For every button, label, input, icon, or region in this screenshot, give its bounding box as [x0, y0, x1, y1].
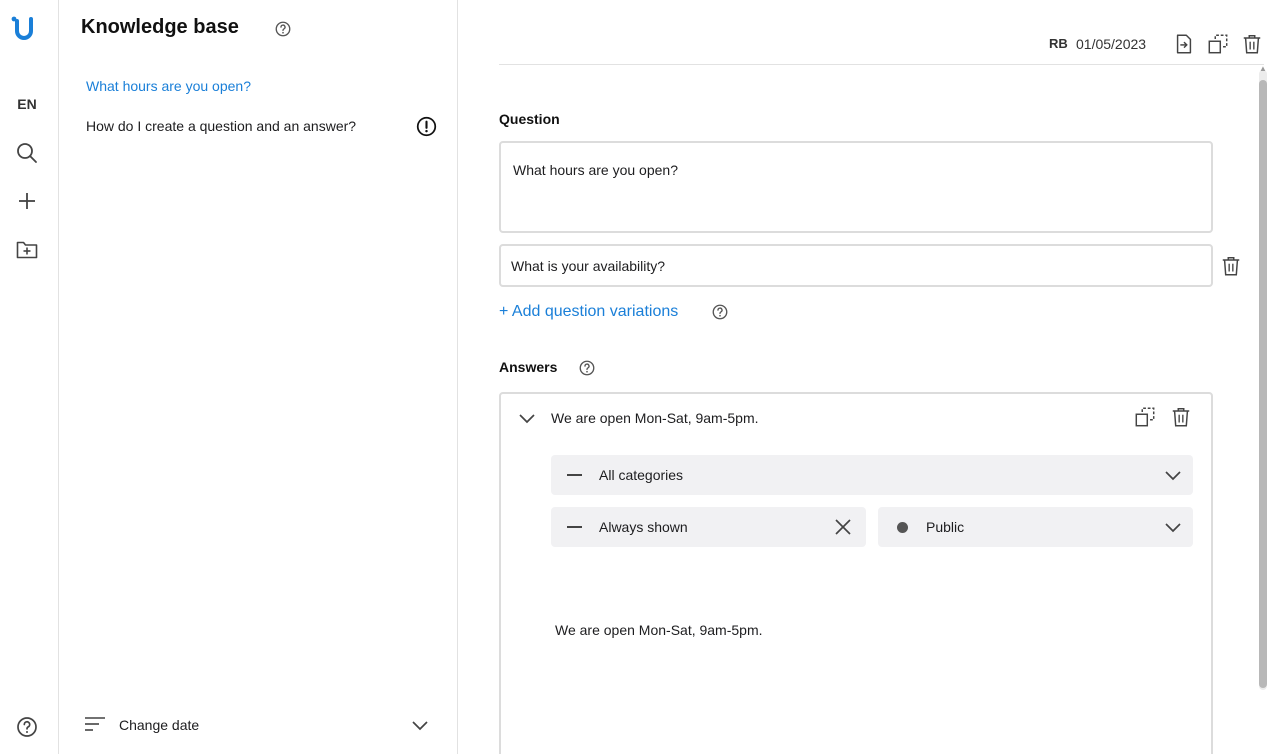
answer-title[interactable]: We are open Mon-Sat, 9am-5pm.	[551, 410, 759, 426]
answer-body-editor[interactable]: We are open Mon-Sat, 9am-5pm.	[555, 622, 763, 638]
editor-panel: RB 01/05/2023 ▲ Question What hours are …	[459, 0, 1282, 754]
search-icon[interactable]	[15, 141, 39, 165]
status-dot-icon	[897, 522, 908, 533]
trash-icon[interactable]	[1170, 406, 1192, 428]
author-initials: RB	[1049, 36, 1068, 51]
visibility-rule-value: Always shown	[599, 519, 688, 535]
question-input[interactable]: What hours are you open?	[499, 141, 1213, 233]
category-select[interactable]: All categories	[551, 455, 1193, 495]
visibility-rule-select[interactable]: Always shown	[551, 507, 866, 547]
help-circle-icon[interactable]	[711, 303, 729, 321]
help-circle-icon[interactable]	[578, 359, 596, 377]
file-export-icon[interactable]	[1173, 33, 1195, 55]
u-logo-icon[interactable]	[9, 14, 39, 44]
last-modified-date: 01/05/2023	[1076, 36, 1147, 52]
chevron-down-icon[interactable]	[517, 408, 537, 428]
answers-label: Answers	[499, 359, 558, 375]
category-value: All categories	[599, 467, 684, 483]
answer-card: We are open Mon-Sat, 9am-5pm. All catego…	[499, 392, 1213, 754]
chevron-down-icon	[1163, 517, 1183, 537]
sort-label: Change date	[119, 717, 200, 733]
help-circle-icon[interactable]	[15, 715, 39, 739]
plus-icon[interactable]	[15, 189, 39, 213]
add-question-variation-link[interactable]: + Add question variations	[499, 303, 678, 321]
alert-circle-icon	[416, 116, 437, 137]
vertical-scrollbar[interactable]: ▲	[1259, 64, 1267, 690]
page-title: Knowledge base	[81, 16, 239, 38]
knowledge-base-panel: Knowledge base What hours are you open? …	[60, 0, 458, 754]
left-rail: EN	[0, 0, 59, 754]
sort-lines-icon	[84, 715, 106, 735]
list-item-active[interactable]: What hours are you open?	[86, 78, 251, 94]
trash-icon[interactable]	[1241, 33, 1263, 55]
language-switcher[interactable]: EN	[0, 96, 54, 112]
folder-plus-icon[interactable]	[15, 237, 39, 261]
chevron-down-icon	[1163, 465, 1183, 485]
close-icon[interactable]	[834, 518, 852, 536]
audience-value: Public	[926, 519, 965, 535]
chevron-down-icon	[410, 715, 430, 735]
scrollbar-thumb[interactable]	[1259, 80, 1267, 688]
duplicate-icon[interactable]	[1134, 406, 1156, 428]
scroll-up-arrow[interactable]: ▲	[1259, 64, 1267, 73]
question-variation-input[interactable]: What is your availability?	[499, 244, 1213, 287]
editor-toolbar: RB 01/05/2023	[499, 0, 1264, 65]
duplicate-icon[interactable]	[1207, 33, 1229, 55]
minus-icon	[567, 526, 582, 528]
trash-icon[interactable]	[1220, 255, 1242, 277]
audience-select[interactable]: Public	[878, 507, 1193, 547]
minus-icon	[567, 474, 582, 476]
help-circle-icon[interactable]	[274, 20, 292, 38]
list-item[interactable]: How do I create a question and an answer…	[86, 118, 356, 134]
sort-dropdown[interactable]: Change date	[84, 710, 430, 740]
question-label: Question	[499, 111, 560, 127]
